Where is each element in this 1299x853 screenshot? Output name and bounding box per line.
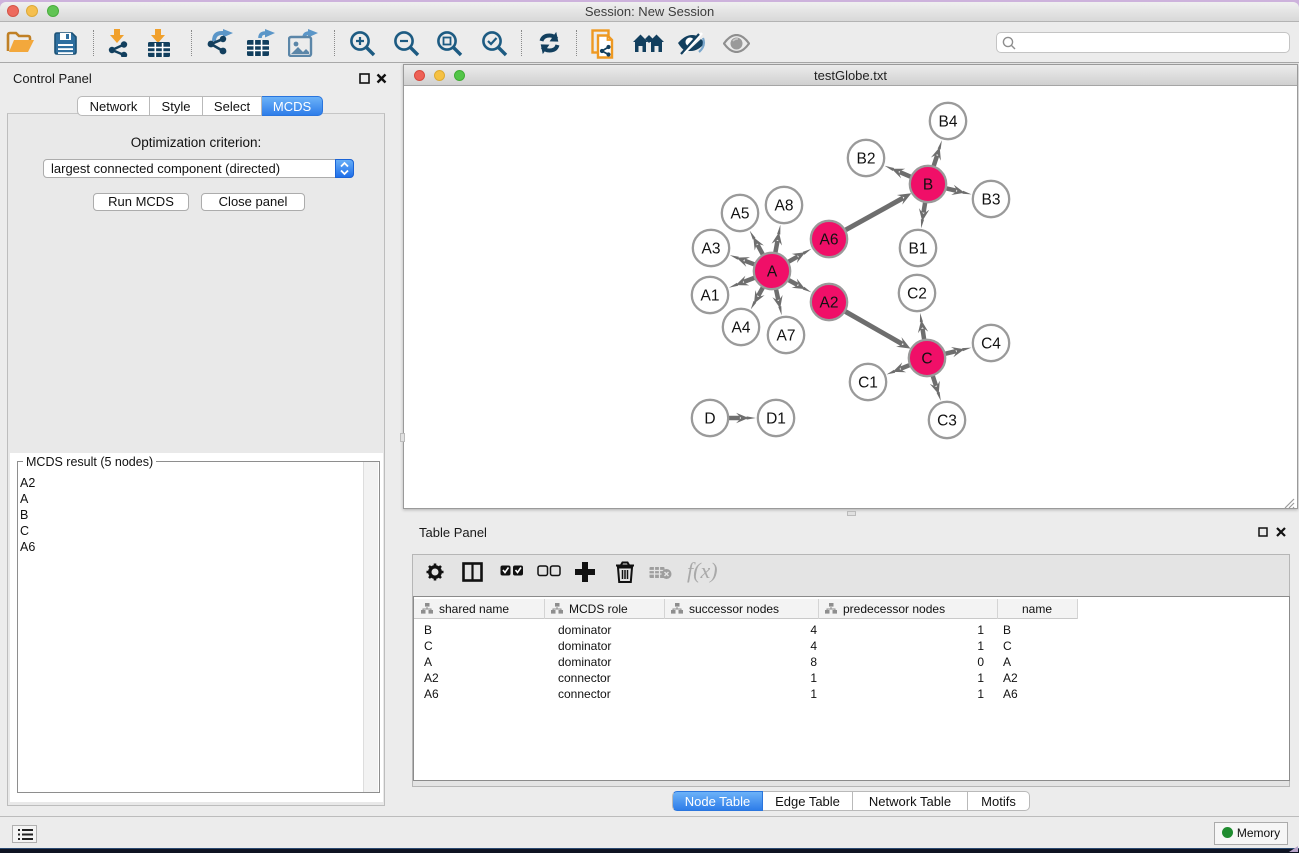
svg-text:B3: B3 [982, 191, 1001, 208]
svg-text:C1: C1 [858, 374, 878, 391]
svg-text:B1: B1 [909, 240, 928, 257]
svg-text:A4: A4 [732, 319, 751, 336]
svg-text:A: A [767, 263, 778, 280]
svg-text:A3: A3 [702, 240, 721, 257]
svg-text:B: B [923, 176, 933, 193]
svg-text:A7: A7 [777, 327, 796, 344]
svg-text:A1: A1 [701, 287, 720, 304]
svg-text:B2: B2 [857, 150, 876, 167]
svg-text:B4: B4 [939, 113, 958, 130]
svg-text:A5: A5 [731, 205, 750, 222]
svg-text:A8: A8 [775, 197, 794, 214]
svg-text:C: C [921, 350, 932, 367]
svg-text:D: D [704, 410, 715, 427]
svg-text:D1: D1 [766, 410, 786, 427]
svg-text:C4: C4 [981, 335, 1001, 352]
svg-text:C3: C3 [937, 412, 957, 429]
svg-text:A2: A2 [820, 294, 839, 311]
svg-text:A6: A6 [820, 231, 839, 248]
svg-text:C2: C2 [907, 285, 927, 302]
